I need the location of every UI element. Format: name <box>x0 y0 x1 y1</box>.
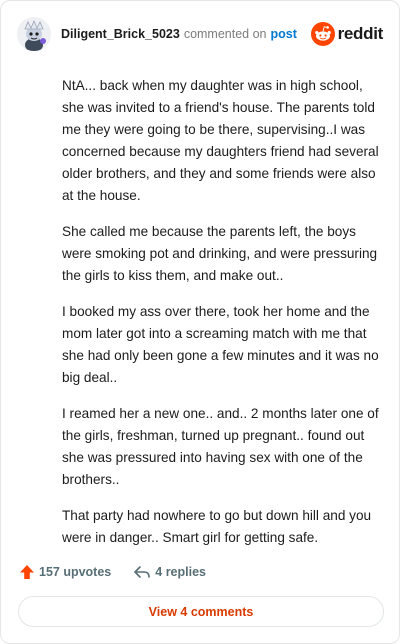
comment-card: Diligent_Brick_5023 commented on post re… <box>0 0 400 644</box>
snoo-avatar-icon <box>17 17 51 51</box>
reddit-logo-icon <box>310 22 335 46</box>
upvote-arrow-icon <box>20 565 34 579</box>
comment-header: Diligent_Brick_5023 commented on post re… <box>17 15 383 53</box>
reply-count: 4 replies <box>155 565 206 579</box>
comment-paragraph: NtA... back when my daughter was in high… <box>62 78 379 203</box>
comment-paragraph: She called me because the parents left, … <box>62 224 378 283</box>
reply-arrow-icon <box>134 566 151 578</box>
comment-actions: 157 upvotes 4 replies <box>19 561 206 583</box>
comment-paragraph: I reamed her a new one.. and.. 2 months … <box>62 406 379 487</box>
username[interactable]: Diligent_Brick_5023 <box>61 27 180 41</box>
view-comments-button[interactable]: View 4 comments <box>18 596 384 627</box>
upvote-button[interactable]: 157 upvotes <box>19 564 111 580</box>
upvote-count: 157 upvotes <box>39 565 112 579</box>
replies-button[interactable]: 4 replies <box>133 564 206 580</box>
byline: Diligent_Brick_5023 commented on post <box>61 27 297 41</box>
user-avatar[interactable] <box>17 17 51 51</box>
comment-paragraph: That party had nowhere to go but down hi… <box>62 508 372 545</box>
commented-on-label: commented on <box>183 27 267 41</box>
comment-paragraph: I booked my ass over there, took her hom… <box>62 304 379 385</box>
post-link[interactable]: post <box>271 27 297 41</box>
reddit-wordmark: reddit <box>337 24 384 43</box>
reddit-brand[interactable]: reddit <box>310 22 384 46</box>
comment-body: NtA... back when my daughter was in high… <box>62 75 380 563</box>
